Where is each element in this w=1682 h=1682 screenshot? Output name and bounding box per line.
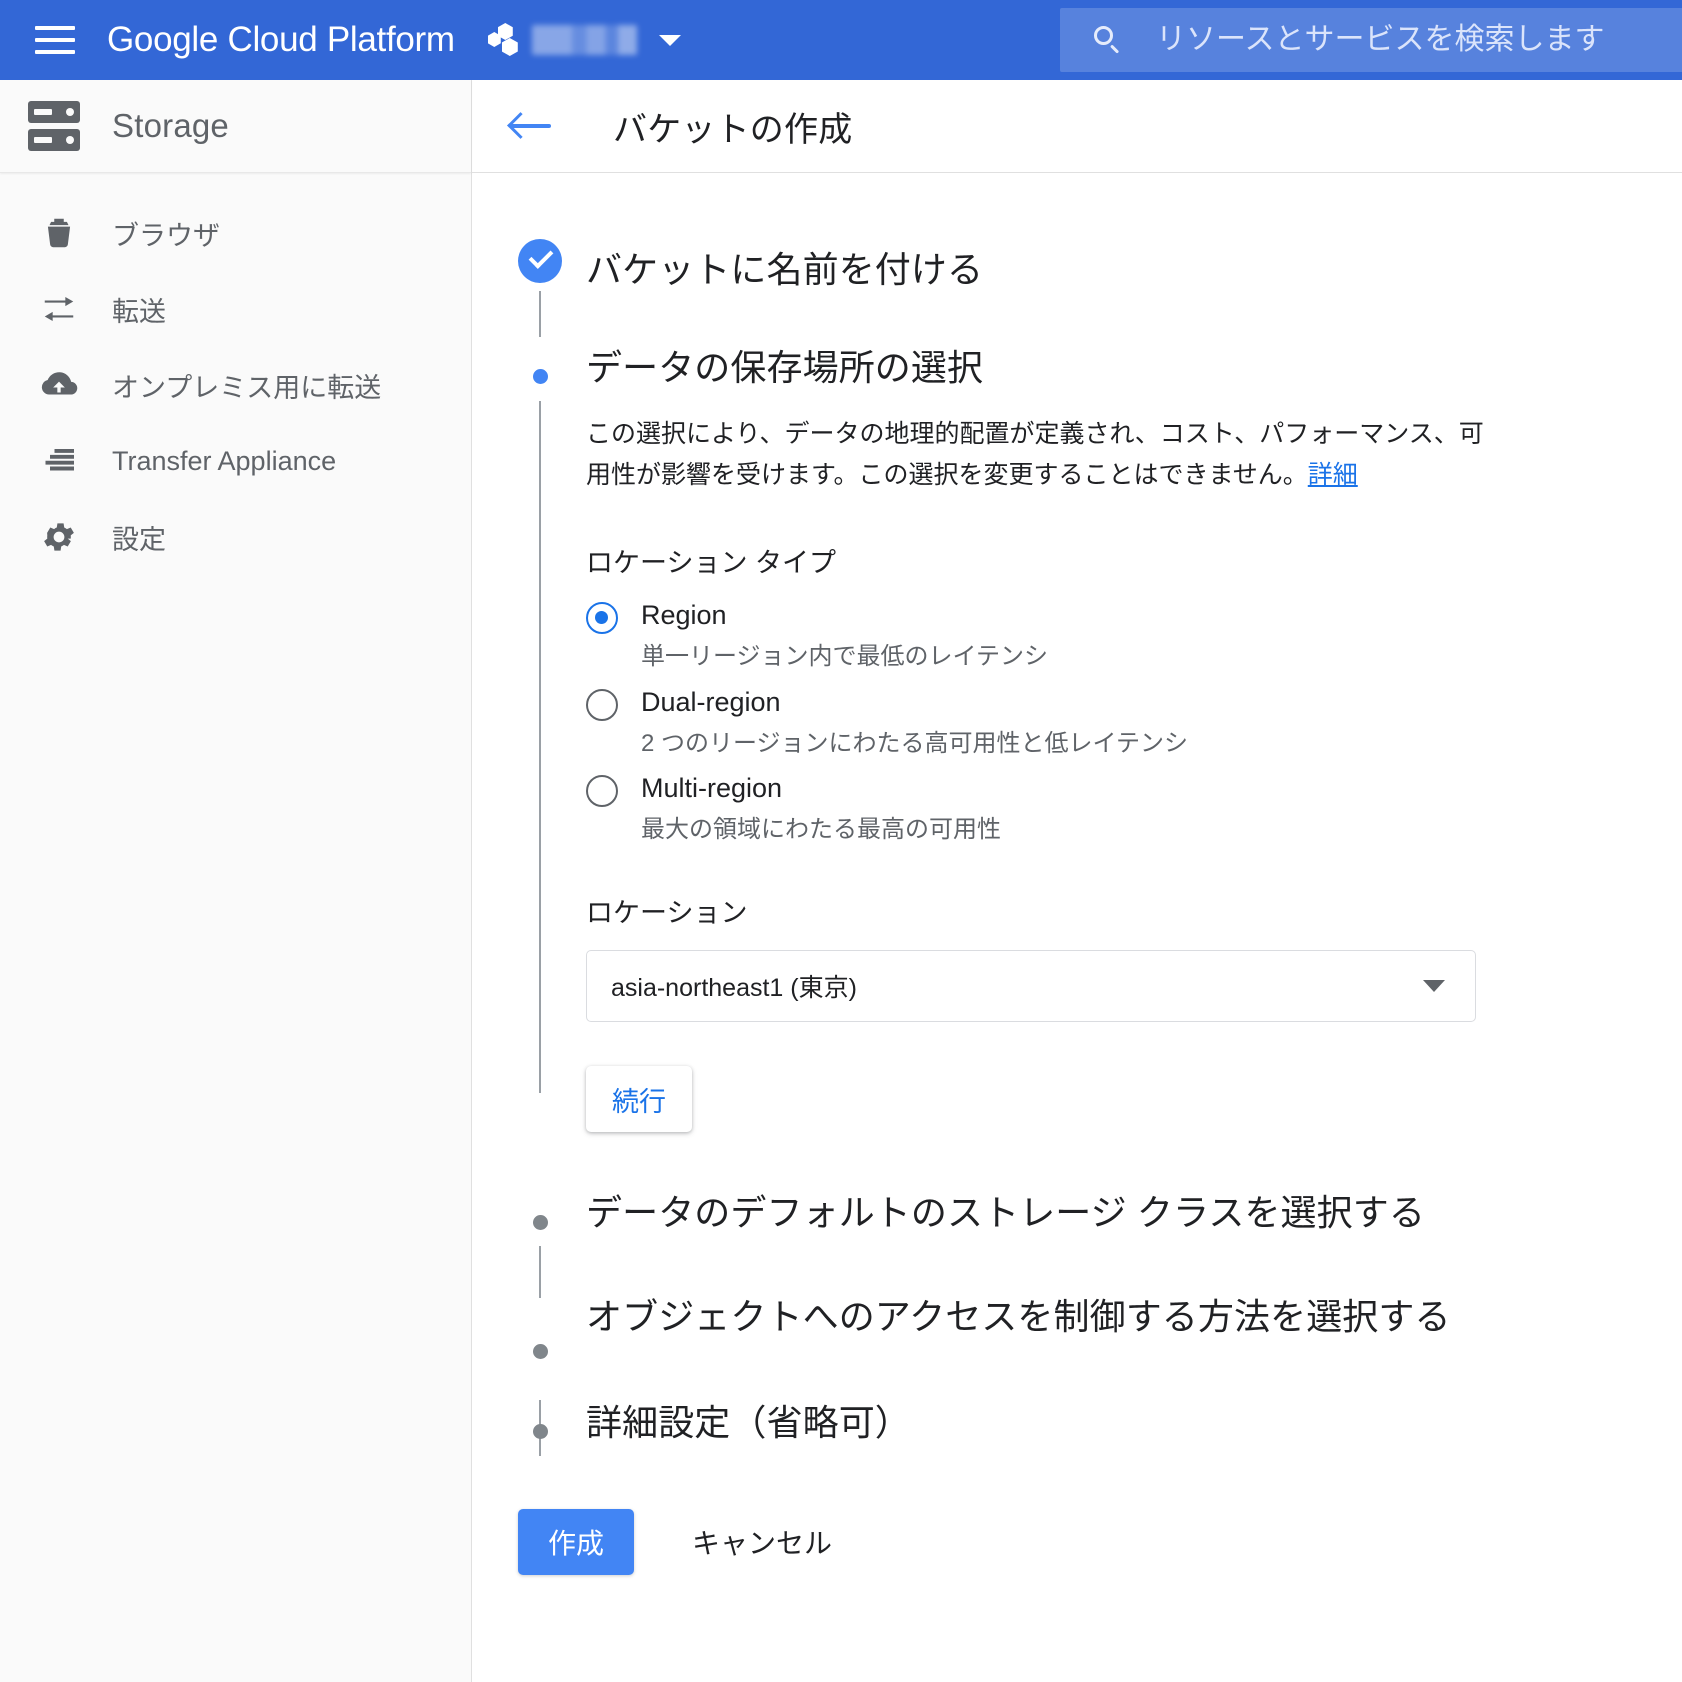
chevron-down-icon — [658, 34, 681, 46]
create-bucket-form: バケットに名前を付ける データの保存場所の選択 この選択により、データの地理的配… — [472, 173, 1682, 1576]
radio-label: Region — [641, 600, 727, 631]
radio-option-dual-region[interactable]: Dual-region 2 つのリージョンにわたる高可用性と低レイテンシ — [586, 685, 1682, 759]
page-header: バケットの作成 — [472, 80, 1682, 173]
radio-description: 単一リージョン内で最低のレイテンシ — [641, 643, 1049, 671]
step-title[interactable]: オブジェクトへのアクセスを制御する方法を選択する — [586, 1292, 1476, 1342]
step-description: この選択により、データの地理的配置が定義され、コスト、パフォーマンス、可用性が影… — [586, 414, 1486, 495]
radio-texts: Multi-region 最大の領域にわたる最高の可用性 — [641, 771, 1001, 845]
check-mark — [518, 239, 562, 283]
page-title: バケットの作成 — [613, 110, 853, 149]
sidebar-item-settings[interactable]: 設定 — [0, 499, 471, 575]
search-ring — [1094, 26, 1113, 45]
check-circle-icon — [518, 239, 562, 283]
stepper: バケットに名前を付ける データの保存場所の選択 この選択により、データの地理的配… — [472, 173, 1682, 1456]
storage-drive-bottom — [28, 129, 80, 151]
cloud-upload-icon — [36, 365, 82, 405]
sidebar-item-label: ブラウザ — [112, 220, 220, 251]
step-dot-active — [532, 369, 548, 385]
sidebar-item-transfer-onprem[interactable]: オンプレミス用に転送 — [0, 347, 471, 423]
top-app-bar: Google Cloud Platform — [0, 0, 1682, 80]
search-handle — [1109, 44, 1120, 54]
arrow-left-icon[interactable] — [505, 100, 557, 152]
step-choose-location: データの保存場所の選択 この選択により、データの地理的配置が定義され、コスト、パ… — [472, 343, 1682, 1133]
project-selector[interactable] — [487, 15, 681, 65]
radio-button-icon[interactable] — [586, 774, 618, 807]
appliance-list-icon — [36, 443, 82, 479]
main-content: バケットの作成 バケットに名前を付ける データの保存場所の選択 この選択により、… — [472, 80, 1682, 1682]
step-access-control: オブジェクトへのアクセスを制御する方法を選択する — [472, 1292, 1682, 1456]
sidebar-item-browser[interactable]: ブラウザ — [0, 195, 471, 271]
step-title[interactable]: バケットに名前を付ける — [586, 245, 1682, 295]
hamburger-bar — [35, 26, 75, 30]
location-label: ロケーション — [586, 898, 748, 929]
step-title[interactable]: データのデフォルトのストレージ クラスを選択する — [586, 1188, 1682, 1238]
step-body: この選択により、データの地理的配置が定義され、コスト、パフォーマンス、可用性が影… — [586, 392, 1682, 1133]
step-title[interactable]: 詳細設定（省略可） — [586, 1398, 1682, 1448]
step-dot-idle — [532, 1214, 548, 1230]
radio-label: Multi-region — [641, 772, 783, 803]
bucket-icon — [36, 214, 82, 252]
sidebar-item-label: オンプレミス用に転送 — [112, 372, 382, 403]
continue-button[interactable]: 続行 — [586, 1066, 692, 1133]
location-select-value: asia-northeast1 (東京) — [611, 974, 857, 1003]
sidebar-item-transfer[interactable]: 転送 — [0, 271, 471, 347]
sidebar-item-transfer-appliance[interactable]: Transfer Appliance — [0, 423, 471, 499]
gear-icon — [36, 518, 82, 556]
step-dot-idle — [532, 1344, 548, 1360]
step-advanced-settings: 詳細設定（省略可） — [472, 1398, 1682, 1448]
project-hexagon-icon — [487, 23, 518, 57]
search-icon — [1092, 25, 1122, 55]
dot-icon — [518, 1410, 562, 1454]
radio-option-region[interactable]: Region 単一リージョン内で最低のレイテンシ — [586, 598, 1682, 672]
cancel-button[interactable]: キャンセル — [680, 1509, 844, 1575]
hamburger-icon[interactable] — [33, 18, 77, 62]
sidebar: Storage ブラウザ 転送 オンプレミス用に転送 Transfer Appl… — [0, 80, 472, 1682]
sidebar-item-label: 転送 — [112, 296, 166, 327]
search-bar[interactable] — [1060, 8, 1682, 72]
step-connector — [539, 400, 541, 1093]
sidebar-item-label: 設定 — [112, 524, 166, 555]
hamburger-bar — [35, 50, 75, 54]
radio-texts: Region 単一リージョン内で最低のレイテンシ — [641, 598, 1048, 672]
radio-button-icon[interactable] — [586, 602, 618, 635]
radio-description: 2 つのリージョンにわたる高可用性と低レイテンシ — [641, 729, 1189, 757]
step-name-bucket: バケットに名前を付ける — [472, 239, 1682, 337]
location-type-radio-group: Region 単一リージョン内で最低のレイテンシ Dual-region 2 つ… — [586, 598, 1682, 845]
chevron-down-icon — [1423, 980, 1445, 993]
search-input[interactable] — [1156, 23, 1682, 57]
brand-title[interactable]: Google Cloud Platform — [107, 20, 455, 60]
create-button[interactable]: 作成 — [518, 1509, 635, 1576]
radio-label: Dual-region — [641, 686, 781, 717]
storage-icon — [28, 101, 80, 151]
dot-icon — [518, 1330, 562, 1374]
transfer-icon — [36, 290, 82, 328]
dot-icon — [518, 1200, 562, 1244]
sidebar-item-label: Transfer Appliance — [112, 445, 337, 476]
radio-button-icon[interactable] — [586, 688, 618, 721]
step-connector — [539, 291, 541, 337]
radio-description: 最大の領域にわたる最高の可用性 — [641, 816, 1001, 843]
location-select[interactable]: asia-northeast1 (東京) — [586, 950, 1476, 1023]
sidebar-nav: ブラウザ 転送 オンプレミス用に転送 Transfer Appliance 設定 — [0, 173, 471, 575]
arrow-head — [507, 112, 534, 139]
learn-more-link[interactable]: 詳細 — [1308, 461, 1358, 489]
step-dot-idle — [532, 1424, 548, 1440]
project-name-redacted — [531, 25, 637, 55]
storage-drive-top — [28, 101, 80, 123]
step-title[interactable]: データの保存場所の選択 — [586, 343, 1682, 393]
step-storage-class: データのデフォルトのストレージ クラスを選択する — [472, 1188, 1682, 1299]
radio-texts: Dual-region 2 つのリージョンにわたる高可用性と低レイテンシ — [641, 685, 1188, 759]
step-connector — [539, 1246, 541, 1299]
hamburger-bar — [35, 38, 75, 42]
product-name: Storage — [112, 107, 229, 144]
dot-icon — [518, 355, 562, 399]
location-type-label: ロケーション タイプ — [586, 548, 836, 579]
form-actions: 作成 キャンセル — [518, 1509, 1682, 1576]
product-header[interactable]: Storage — [0, 80, 471, 173]
radio-option-multi-region[interactable]: Multi-region 最大の領域にわたる最高の可用性 — [586, 771, 1682, 845]
hexagon-shape — [501, 38, 518, 56]
